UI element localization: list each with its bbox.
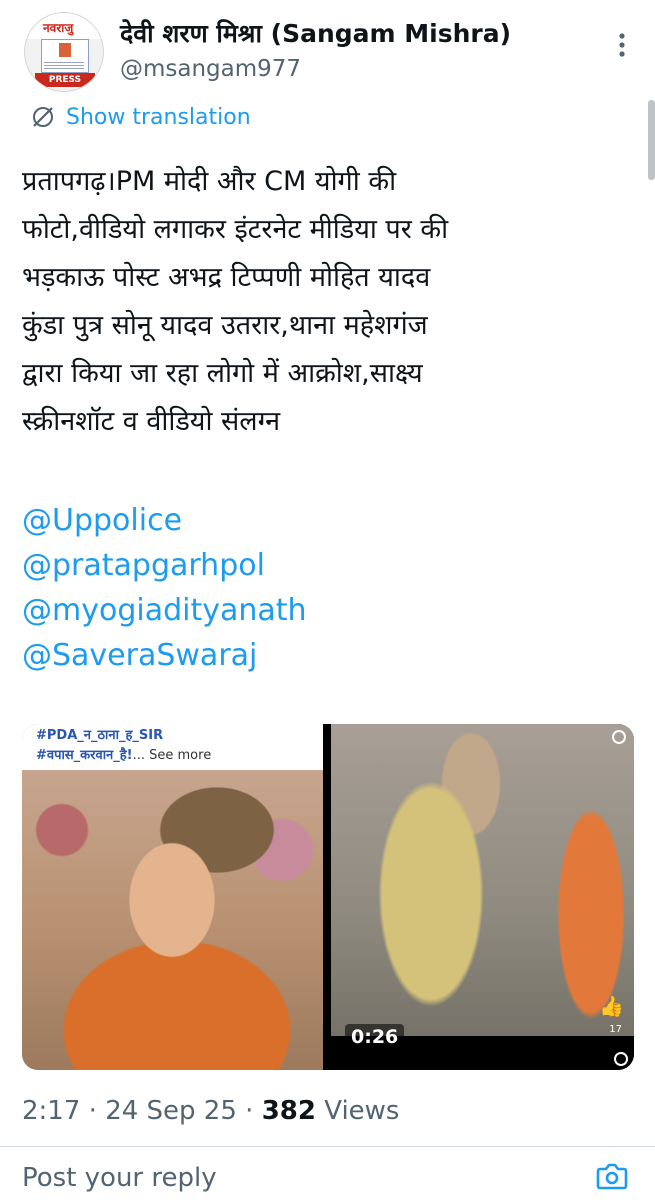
tweet-time[interactable]: 2:17 bbox=[22, 1096, 80, 1126]
mention-list: @Uppolice @pratapgarhpol @myogiadityanat… bbox=[22, 498, 307, 678]
author-display-name[interactable]: देवी शरण मिश्रा (Sangam Mishra) bbox=[120, 16, 511, 50]
meta-separator: · bbox=[236, 1096, 262, 1126]
avatar[interactable]: नवराजु PRESS bbox=[24, 12, 104, 92]
show-translation-label: Show translation bbox=[66, 104, 251, 130]
views-count: 382 bbox=[261, 1096, 316, 1126]
avatar-press-label: PRESS bbox=[35, 73, 95, 87]
tweet-text-line: द्वारा किया जा रहा लोगो में आक्रोश,साक्ष… bbox=[22, 358, 423, 389]
video-like-count: 17 bbox=[609, 1024, 622, 1035]
meta-separator: · bbox=[80, 1096, 106, 1126]
tweet-text-line: भड़काऊ पोस्ट अभद्र टिप्पणी मोहित यादव bbox=[22, 262, 431, 293]
camera-icon bbox=[596, 1163, 628, 1190]
tweet-text-line: कुंडा पुत्र सोनू यादव उतरार,थाना महेशगंज bbox=[22, 310, 428, 341]
mention-link-myogiadityanath[interactable]: @myogiadityanath bbox=[22, 588, 307, 633]
image-caption-line: #वपास_करवान_है!... See more bbox=[36, 745, 211, 763]
tweet-text-line: फोटो,वीडियो लगाकर इंटरनेट मीडिया पर की bbox=[22, 214, 449, 245]
more-options-button[interactable] bbox=[607, 30, 637, 60]
more-vertical-icon bbox=[619, 33, 625, 57]
camera-button[interactable] bbox=[594, 1158, 630, 1194]
avatar-card-lines bbox=[44, 60, 84, 70]
media-grid: #PDA_न_ठाना_ह_SIR #वपास_करवान_है!... See… bbox=[22, 724, 634, 1070]
tweet-text-line: स्क्रीनशॉट व वीडियो संलग्न bbox=[22, 406, 281, 437]
show-translation-link[interactable]: Show translation bbox=[30, 104, 251, 130]
video-duration-badge: 0:26 bbox=[345, 1024, 405, 1050]
image-caption-see-more: ... See more bbox=[132, 748, 212, 763]
video-ring-icon bbox=[614, 1052, 628, 1066]
tweet-text: प्रतापगढ़।PM मोदी और CM योगी की फोटो,वीड… bbox=[22, 158, 642, 446]
tweet-date[interactable]: 24 Sep 25 bbox=[105, 1096, 237, 1126]
views-label: Views bbox=[315, 1096, 400, 1126]
avatar-photo bbox=[59, 43, 71, 57]
divider bbox=[0, 1146, 655, 1147]
mention-link-saveraswaraj[interactable]: @SaveraSwaraj bbox=[22, 633, 307, 678]
image-caption-hashtag: #वपास_करवान_है! bbox=[36, 748, 133, 763]
reply-input[interactable] bbox=[22, 1160, 562, 1196]
author-handle[interactable]: @msangam977 bbox=[120, 56, 301, 82]
media-image[interactable]: #PDA_न_ठाना_ह_SIR #वपास_करवान_है!... See… bbox=[22, 724, 323, 1070]
image-caption-area: #PDA_न_ठाना_ह_SIR #वपास_करवान_है!... See… bbox=[22, 724, 323, 770]
image-caption-line: #PDA_न_ठाना_ह_SIR bbox=[36, 728, 164, 743]
image-photo bbox=[22, 770, 323, 1070]
video-overlay-icon bbox=[612, 730, 626, 744]
avatar-logo-text: नवराजु bbox=[43, 21, 74, 35]
mention-link-pratapgarhpol[interactable]: @pratapgarhpol bbox=[22, 543, 307, 588]
tweet-meta: 2:17 · 24 Sep 25 · 382 Views bbox=[22, 1096, 399, 1126]
globe-slash-icon bbox=[33, 107, 53, 127]
media-video[interactable]: 👍 17 0:26 bbox=[331, 724, 634, 1070]
scrollbar[interactable] bbox=[648, 100, 655, 180]
tweet-text-line: प्रतापगढ़।PM मोदी और CM योगी की bbox=[22, 166, 397, 197]
thumbs-up-icon: 👍 bbox=[599, 994, 624, 1018]
mention-link-uppolice[interactable]: @Uppolice bbox=[22, 498, 307, 543]
